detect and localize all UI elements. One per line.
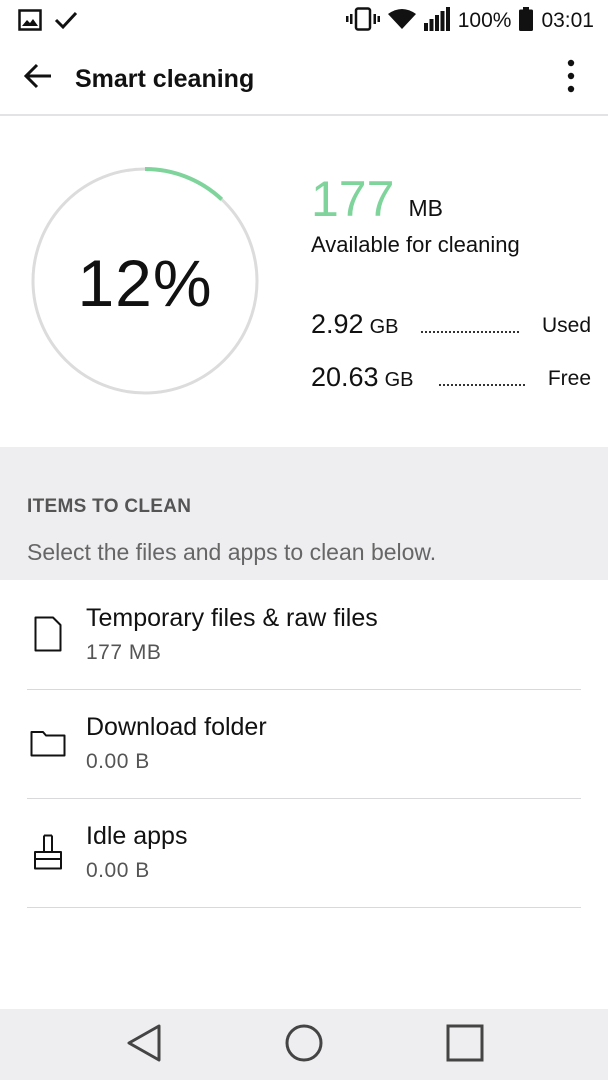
gauge-progress-arc — [144, 167, 224, 201]
section-subtitle: Select the files and apps to clean below… — [27, 539, 437, 565]
item-title: Temporary files & raw files — [86, 604, 378, 632]
check-icon — [54, 10, 78, 35]
file-icon — [28, 614, 68, 654]
recents-square-icon — [446, 1024, 484, 1067]
free-unit: GB — [384, 369, 414, 391]
free-row: 20.63 GB Free — [311, 361, 591, 395]
status-time: 03:01 — [541, 9, 594, 32]
list-item-idle-apps[interactable]: Idle apps 0.00 B — [0, 798, 608, 907]
navigation-bar — [0, 1009, 608, 1080]
battery-icon — [519, 6, 534, 36]
status-bar: 100% 03:01 — [0, 0, 608, 42]
home-circle-icon — [284, 1023, 324, 1068]
used-unit: GB — [369, 316, 399, 338]
folder-icon — [28, 723, 68, 763]
free-label: Free — [547, 367, 591, 390]
status-left — [18, 9, 78, 36]
divider — [27, 907, 581, 908]
available-unit: MB — [408, 195, 443, 221]
vibrate-icon — [345, 6, 380, 36]
section-title: ITEMS TO CLEAN — [27, 496, 192, 517]
arrow-left-icon — [23, 63, 53, 94]
more-options-button[interactable] — [556, 58, 586, 98]
free-value: 20.63 — [311, 362, 379, 392]
free-value-wrap: 20.63 GB — [311, 362, 413, 393]
used-label: Used — [541, 314, 591, 337]
back-button[interactable] — [18, 58, 58, 98]
available-value: 177 — [311, 171, 395, 227]
free-dots — [439, 384, 525, 386]
wifi-icon — [387, 8, 416, 35]
list-item-download-folder[interactable]: Download folder 0.00 B — [0, 689, 608, 798]
nav-back-button[interactable] — [120, 1021, 168, 1069]
nav-recents-button[interactable] — [441, 1021, 489, 1069]
broom-icon — [28, 832, 68, 872]
available-label: Available for cleaning — [311, 232, 520, 257]
more-vertical-icon — [567, 59, 575, 98]
item-title: Idle apps — [86, 822, 188, 850]
back-triangle-icon — [126, 1024, 162, 1067]
items-section-header: ITEMS TO CLEAN Select the files and apps… — [0, 447, 608, 580]
status-right: 100% 03:01 — [345, 6, 594, 36]
gallery-icon — [18, 9, 42, 36]
used-dots — [421, 331, 519, 333]
page-title: Smart cleaning — [75, 65, 255, 93]
item-size: 0.00 B — [86, 750, 150, 773]
item-size: 0.00 B — [86, 859, 150, 882]
nav-home-button[interactable] — [280, 1021, 328, 1069]
list-item-temporary-files[interactable]: Temporary files & raw files 177 MB — [0, 580, 608, 689]
used-value-wrap: 2.92 GB — [311, 309, 398, 340]
used-row: 2.92 GB Used — [311, 308, 591, 342]
item-size: 177 MB — [86, 641, 162, 664]
signal-icon — [423, 6, 450, 36]
battery-percent: 100% — [457, 9, 512, 32]
available-row: 177 MB — [311, 170, 443, 228]
used-value: 2.92 — [311, 309, 364, 339]
app-bar: Smart cleaning — [0, 42, 608, 116]
gauge-percent: 12% — [77, 246, 213, 320]
storage-summary: 12% 177 MB Available for cleaning 2.92 GB… — [0, 116, 608, 447]
item-title: Download folder — [86, 713, 267, 741]
